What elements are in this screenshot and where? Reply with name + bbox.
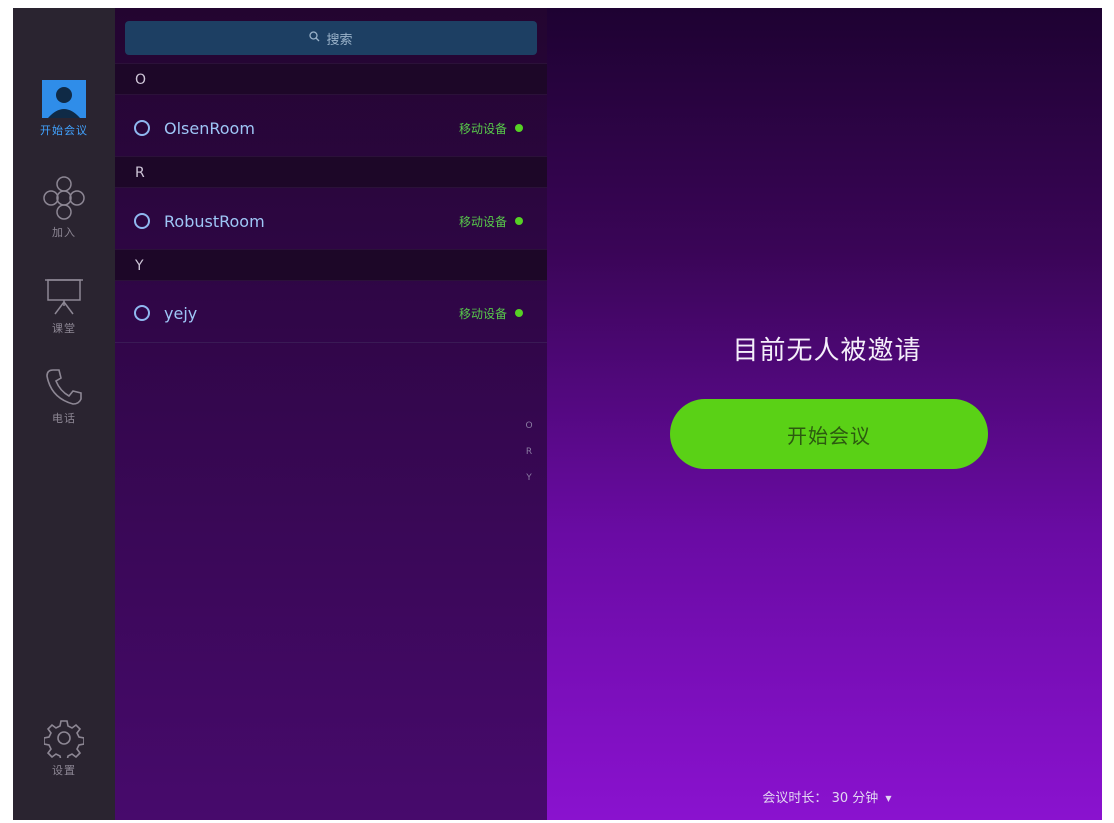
contact-name: RobustRoom <box>164 211 265 231</box>
nav-settings-label: 设置 <box>52 764 76 777</box>
start-meeting-button[interactable]: 开始会议 <box>670 399 988 469</box>
search-placeholder: 搜索 <box>326 32 353 48</box>
nav-join[interactable]: 加入 <box>13 176 115 260</box>
duration-label: 会议时长： <box>762 791 828 806</box>
section-header-y: Y <box>115 249 547 281</box>
select-radio[interactable] <box>134 120 150 136</box>
section-header-o: O <box>115 63 547 95</box>
section-letter: R <box>135 165 145 181</box>
online-status-dot <box>515 217 523 225</box>
nav-classroom[interactable]: 课堂 <box>13 276 115 356</box>
join-icon <box>41 176 87 220</box>
section-letter: Y <box>135 258 144 274</box>
phone-icon <box>41 366 87 406</box>
contact-row-olsenroom[interactable]: OlsenRoom 移动设备 <box>115 99 547 158</box>
contact-row-yejy[interactable]: yejy 移动设备 <box>115 284 547 343</box>
device-tag: 移动设备 <box>458 121 507 136</box>
search-icon <box>309 31 320 45</box>
meeting-duration[interactable]: 会议时长： 30 分钟 ▼ <box>547 787 1102 806</box>
nav-phone-label: 电话 <box>52 412 76 425</box>
classroom-icon <box>41 276 87 316</box>
duration-value: 30 分钟 <box>831 791 879 806</box>
select-radio[interactable] <box>134 305 150 321</box>
nav-join-label: 加入 <box>52 226 76 239</box>
online-status-dot <box>515 124 523 132</box>
nav-start-meeting-label: 开始会议 <box>40 124 88 137</box>
app-window: 开始会议 加入 课堂 电话 设置 搜索 O OlsenRoom 移动设备 R R… <box>13 8 1102 820</box>
gear-icon <box>41 718 87 758</box>
nav-classroom-label: 课堂 <box>52 322 76 335</box>
nav-start-meeting[interactable]: 开始会议 <box>13 78 115 158</box>
section-header-r: R <box>115 156 547 188</box>
contact-name: yejy <box>164 303 198 323</box>
contact-row-robustroom[interactable]: RobustRoom 移动设备 <box>115 192 547 251</box>
nav-rail: 开始会议 加入 课堂 电话 设置 <box>13 8 115 820</box>
select-radio[interactable] <box>134 213 150 229</box>
nav-phone[interactable]: 电话 <box>13 366 115 446</box>
person-icon <box>41 78 87 118</box>
index-letter-o[interactable]: O <box>523 413 535 439</box>
meeting-panel: 目前无人被邀请 开始会议 会议时长： 30 分钟 ▼ <box>547 8 1102 820</box>
index-letter-r[interactable]: R <box>523 439 535 465</box>
dropdown-caret-icon: ▼ <box>885 794 892 803</box>
alphabet-index[interactable]: O R Y <box>523 413 535 491</box>
contact-list-panel: 搜索 O OlsenRoom 移动设备 R RobustRoom 移动设备 Y … <box>115 8 547 820</box>
search-input[interactable]: 搜索 <box>125 21 537 55</box>
online-status-dot <box>515 309 523 317</box>
device-tag: 移动设备 <box>458 306 507 321</box>
section-letter: O <box>135 72 147 88</box>
index-letter-y[interactable]: Y <box>523 465 535 491</box>
contact-name: OlsenRoom <box>164 118 255 138</box>
nav-settings[interactable]: 设置 <box>13 718 115 798</box>
empty-invite-title: 目前无人被邀请 <box>732 336 922 366</box>
device-tag: 移动设备 <box>458 214 507 229</box>
